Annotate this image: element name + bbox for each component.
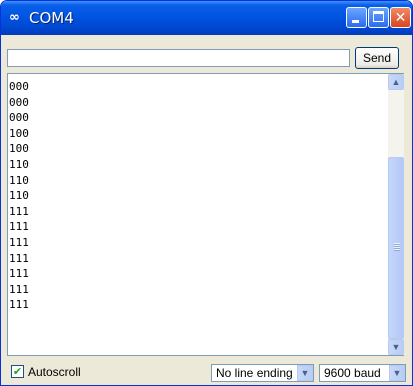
output-line: 110 <box>9 189 29 203</box>
send-input[interactable] <box>7 49 350 67</box>
scroll-down-button[interactable]: ▼ <box>388 339 404 355</box>
send-button[interactable]: Send <box>355 47 399 69</box>
close-button[interactable]: ✕ <box>390 7 411 28</box>
title-bar[interactable]: ∞ COM4 ✕ <box>1 1 412 35</box>
serial-monitor-window: ∞ COM4 ✕ Send 000 000 000 100 100 110 110 110 11… <box>0 0 413 386</box>
scroll-thumb[interactable] <box>388 157 404 339</box>
output-line: 111 <box>9 235 29 249</box>
chevron-down-icon: ▼ <box>389 365 405 381</box>
window-title: COM4 <box>29 9 74 27</box>
output-lines: 000 000 000 100 100 110 110 110 111 111 111 111 111 1… <box>8 79 383 313</box>
autoscroll-checkbox[interactable]: ✔ <box>11 365 24 378</box>
minimize-button[interactable] <box>346 7 367 28</box>
serial-output-area[interactable]: 000 000 000 100 100 110 110 110 111 111 111 111 111 1… <box>7 73 404 356</box>
output-line: 111 <box>9 204 29 218</box>
arrow-up-icon: ▲ <box>391 77 401 87</box>
line-ending-value: No line ending <box>216 366 293 380</box>
output-line: 000 <box>9 111 29 125</box>
output-line: 111 <box>9 282 29 296</box>
send-bar: Send <box>1 35 412 71</box>
maximize-button[interactable] <box>368 7 389 28</box>
output-line: 111 <box>9 251 29 265</box>
output-line: 110 <box>9 157 29 171</box>
output-line: 000 <box>9 80 29 93</box>
autoscroll-label[interactable]: Autoscroll <box>28 365 81 379</box>
arrow-down-icon: ▼ <box>391 342 401 352</box>
close-icon: ✕ <box>394 10 407 26</box>
scroll-up-button[interactable]: ▲ <box>388 74 404 90</box>
infinity-icon: ∞ <box>9 10 20 25</box>
baud-rate-value: 9600 baud <box>324 366 381 380</box>
chevron-down-icon: ▼ <box>297 365 313 381</box>
output-line: 111 <box>9 220 29 234</box>
output-line: 111 <box>9 298 29 312</box>
checkmark-icon: ✔ <box>12 365 23 378</box>
output-line: 111 <box>9 267 29 281</box>
status-bar: ✔ Autoscroll No line ending ▼ 9600 baud … <box>1 358 412 385</box>
output-line: 110 <box>9 173 29 187</box>
baud-rate-select[interactable]: 9600 baud ▼ <box>319 364 406 382</box>
minimize-icon <box>352 20 359 23</box>
output-line: 000 <box>9 95 29 109</box>
maximize-icon <box>373 11 384 22</box>
output-line: 100 <box>9 126 29 140</box>
grip-icon <box>394 243 400 251</box>
line-ending-select[interactable]: No line ending ▼ <box>211 364 314 382</box>
output-line: 100 <box>9 142 29 156</box>
vertical-scrollbar[interactable]: ▲ ▼ <box>388 74 404 355</box>
